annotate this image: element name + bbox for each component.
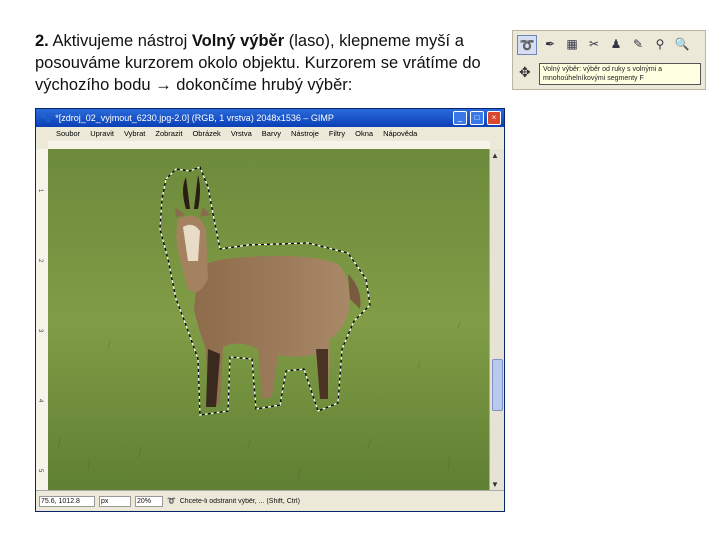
menu-vrstva[interactable]: Vrstva	[231, 129, 252, 138]
gimp-toolbox: ➰ ✒ ▦ ✂ ♟ ✎ ⚲ 🔍 ✥ Volný výběr: výběr od …	[512, 30, 706, 90]
menu-zobrazit[interactable]: Zobrazit	[155, 129, 182, 138]
menu-napoveda[interactable]: Nápověda	[383, 129, 417, 138]
unit-select[interactable]: px	[99, 495, 131, 507]
zoom-icon[interactable]: 🔍	[673, 35, 691, 53]
zoom-select[interactable]: 20%	[135, 495, 163, 507]
menu-vybrat[interactable]: Vybrat	[124, 129, 145, 138]
image-canvas[interactable]	[48, 149, 490, 493]
menu-upravit[interactable]: Upravit	[90, 129, 114, 138]
ruler-mark: 4	[37, 399, 43, 403]
app-icon: 🐾	[40, 112, 52, 123]
instruction-part3: dokončíme hrubý výběr:	[171, 76, 353, 94]
close-button[interactable]: ×	[487, 111, 501, 125]
instruction-part1: Aktivujeme nástroj	[48, 32, 192, 50]
ruler-mark: 2	[37, 259, 43, 263]
chamois-photo	[48, 149, 490, 493]
menu-filtry[interactable]: Filtry	[329, 129, 345, 138]
ruler-mark: 3	[37, 329, 43, 333]
menu-nastroje[interactable]: Nástroje	[291, 129, 319, 138]
minimize-button[interactable]: _	[453, 111, 467, 125]
wand-icon[interactable]: ✒	[541, 35, 559, 53]
paths-icon[interactable]: ✎	[629, 35, 647, 53]
menu-barvy[interactable]: Barvy	[262, 129, 281, 138]
ruler-mark: 1	[37, 189, 43, 193]
scissors-icon[interactable]: ✂	[585, 35, 603, 53]
maximize-button[interactable]: □	[470, 111, 484, 125]
tool-tooltip: Volný výběr: výběr od ruky s volnými a m…	[539, 63, 701, 85]
gimp-window: 🐾 *[zdroj_02_vyjmout_6230.jpg-2.0] (RGB,…	[35, 108, 505, 512]
color-picker-icon[interactable]: ⚲	[651, 35, 669, 53]
instruction-text: 2. Aktivujeme nástroj Volný výběr (laso)…	[35, 30, 515, 96]
status-message: Chcete-li odstranit výběr, ... (Shift, C…	[179, 497, 300, 505]
scroll-up-icon[interactable]: ▲	[491, 151, 499, 160]
tool-name: Volný výběr	[191, 32, 285, 50]
tool-row: ➰ ✒ ▦ ✂ ♟ ✎ ⚲ 🔍	[517, 35, 691, 55]
move-icon[interactable]: ✥	[519, 64, 531, 81]
vertical-scrollbar[interactable]: ▲ ▼	[489, 149, 504, 491]
lasso-status-icon: ➰	[167, 498, 176, 505]
menu-bar: Soubor Upravit Vybrat Zobrazit Obrázek V…	[36, 127, 504, 139]
menu-okna[interactable]: Okna	[355, 129, 373, 138]
menu-soubor[interactable]: Soubor	[56, 129, 80, 138]
title-bar: 🐾 *[zdroj_02_vyjmout_6230.jpg-2.0] (RGB,…	[36, 109, 504, 127]
ruler-mark: 5	[37, 469, 43, 473]
arrow-icon: →	[155, 76, 172, 94]
color-select-icon[interactable]: ▦	[563, 35, 581, 53]
scroll-down-icon[interactable]: ▼	[491, 480, 499, 489]
menu-obrazek[interactable]: Obrázek	[192, 129, 220, 138]
lasso-icon[interactable]: ➰	[517, 35, 537, 55]
scroll-thumb[interactable]	[492, 359, 503, 411]
step-number: 2.	[35, 32, 49, 50]
pointer-coordinates: 75.6, 1012.8	[39, 495, 95, 507]
foreground-select-icon[interactable]: ♟	[607, 35, 625, 53]
window-title: *[zdroj_02_vyjmout_6230.jpg-2.0] (RGB, 1…	[55, 113, 334, 123]
status-bar: 75.6, 1012.8 px 20% ➰ Chcete-li odstrani…	[36, 490, 504, 511]
